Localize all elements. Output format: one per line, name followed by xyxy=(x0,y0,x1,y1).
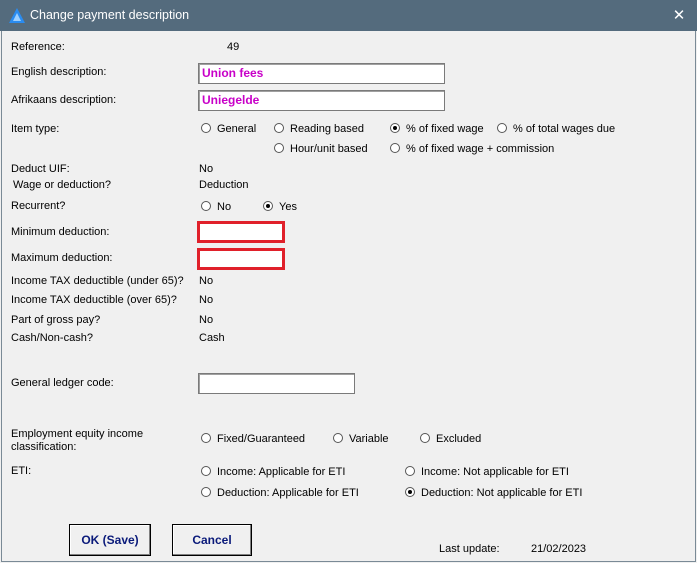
deduct-uif-value: No xyxy=(199,163,214,175)
close-icon: ✕ xyxy=(672,7,686,24)
deduct-uif-label: Deduct UIF: xyxy=(11,163,70,175)
title-bar: Change payment description ✕ xyxy=(0,0,697,31)
close-button[interactable]: ✕ xyxy=(661,0,697,31)
recurrent-yes-label: Yes xyxy=(279,201,297,213)
ee-excluded-label: Excluded xyxy=(436,433,482,445)
last-update-value: 21/02/2023 xyxy=(531,543,587,555)
minimum-deduction-label: Minimum deduction: xyxy=(11,226,110,238)
eti-income-not-applicable-radio[interactable] xyxy=(405,466,415,476)
item-type-hour-unit-radio[interactable] xyxy=(274,143,284,153)
eti-income-not-applicable-label: Income: Not applicable for ETI xyxy=(421,466,569,478)
wage-or-deduction-label: Wage or deduction? xyxy=(13,179,112,191)
ee-excluded-radio[interactable] xyxy=(420,433,430,443)
afrikaans-description-label: Afrikaans description: xyxy=(11,94,117,106)
recurrent-no-radio[interactable] xyxy=(201,201,211,211)
item-type-fixed-commission-radio[interactable] xyxy=(390,143,400,153)
cancel-button[interactable]: Cancel xyxy=(172,524,252,556)
tax-under-65-label: Income TAX deductible (under 65)? xyxy=(11,275,184,287)
eti-deduction-not-applicable-label: Deduction: Not applicable for ETI xyxy=(421,487,583,499)
eti-deduction-applicable-label: Deduction: Applicable for ETI xyxy=(217,487,359,499)
window-title: Change payment description xyxy=(30,8,190,22)
ee-classification-label-line2: classification: xyxy=(11,441,77,453)
part-of-gross-label: Part of gross pay? xyxy=(11,314,101,326)
item-type-general-label: General xyxy=(217,123,257,135)
app-logo-icon xyxy=(9,8,25,23)
cash-noncash-label: Cash/Non-cash? xyxy=(11,332,93,344)
item-type-fixed-wage-label: % of fixed wage xyxy=(406,123,484,135)
ee-variable-label: Variable xyxy=(349,433,389,445)
eti-income-applicable-label: Income: Applicable for ETI xyxy=(217,466,346,478)
item-type-label: Item type: xyxy=(11,123,60,135)
afrikaans-description-input[interactable]: Uniegelde xyxy=(198,90,445,111)
maximum-deduction-label: Maximum deduction: xyxy=(11,252,113,264)
item-type-reading-radio[interactable] xyxy=(274,123,284,133)
item-type-fixed-wage-radio[interactable] xyxy=(390,123,400,133)
gl-code-input[interactable] xyxy=(198,373,355,394)
reference-value: 49 xyxy=(227,41,240,53)
item-type-general-radio[interactable] xyxy=(201,123,211,133)
tax-under-65-value: No xyxy=(199,275,214,287)
item-type-total-wages-radio[interactable] xyxy=(497,123,507,133)
part-of-gross-value: No xyxy=(199,314,214,326)
recurrent-yes-radio[interactable] xyxy=(263,201,273,211)
gl-code-label: General ledger code: xyxy=(11,377,114,389)
tax-over-65-value: No xyxy=(199,294,214,306)
english-description-label: English description: xyxy=(11,66,107,78)
ee-variable-radio[interactable] xyxy=(333,433,343,443)
minimum-deduction-input[interactable] xyxy=(197,221,285,243)
item-type-hour-unit-label: Hour/unit based xyxy=(290,143,368,155)
tax-over-65-label: Income TAX deductible (over 65)? xyxy=(11,294,177,306)
dialog-body: Reference: 49 English description: Union… xyxy=(1,31,696,562)
eti-deduction-applicable-radio[interactable] xyxy=(201,487,211,497)
ok-save-button[interactable]: OK (Save) xyxy=(69,524,151,556)
eti-deduction-not-applicable-radio[interactable] xyxy=(405,487,415,497)
reference-label: Reference: xyxy=(11,41,65,53)
eti-label: ETI: xyxy=(11,465,32,477)
recurrent-label: Recurrent? xyxy=(11,200,66,212)
english-description-input[interactable]: Union fees xyxy=(198,63,445,84)
last-update-label: Last update: xyxy=(439,543,500,555)
ee-classification-label: Employment equity income xyxy=(11,428,144,440)
maximum-deduction-input[interactable] xyxy=(197,248,285,270)
ee-fixed-radio[interactable] xyxy=(201,433,211,443)
eti-income-applicable-radio[interactable] xyxy=(201,466,211,476)
wage-or-deduction-value: Deduction xyxy=(199,179,249,191)
item-type-reading-label: Reading based xyxy=(290,123,365,135)
item-type-fixed-commission-label: % of fixed wage + commission xyxy=(406,143,555,155)
item-type-total-wages-label: % of total wages due xyxy=(513,123,616,135)
ee-fixed-label: Fixed/Guaranteed xyxy=(217,433,306,445)
recurrent-no-label: No xyxy=(217,201,232,213)
cash-noncash-value: Cash xyxy=(199,332,225,344)
